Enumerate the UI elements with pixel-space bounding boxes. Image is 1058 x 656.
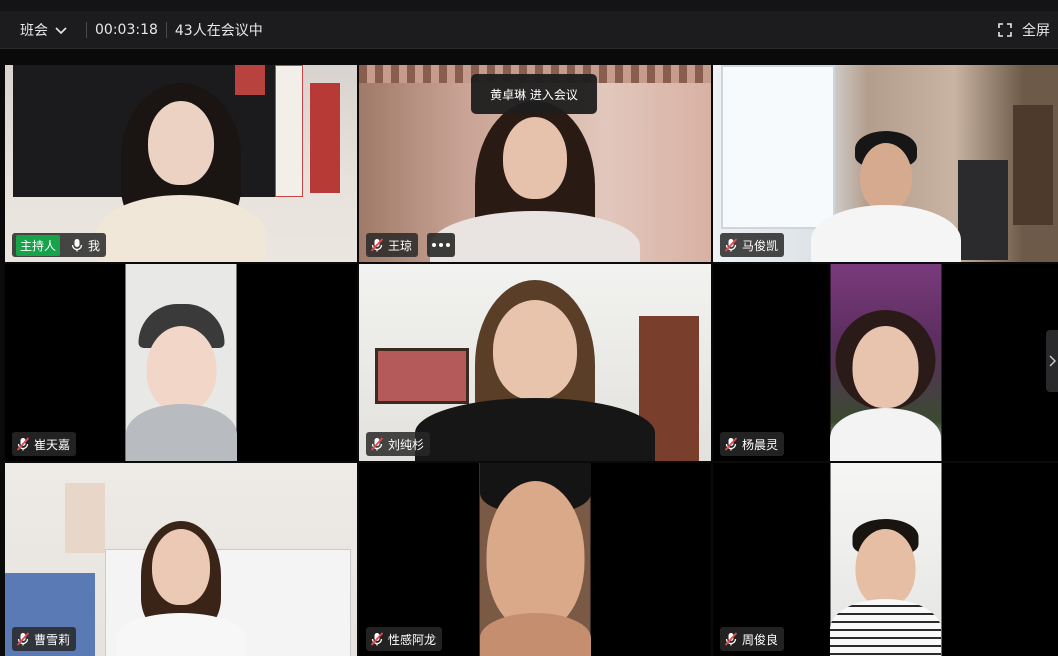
participant-nameplate: 周俊良: [720, 627, 785, 651]
video-tile[interactable]: 曹雪莉: [5, 463, 357, 656]
participant-nameplate: 崔天嘉: [12, 432, 77, 456]
mic-muted-icon: [724, 632, 738, 646]
video-tile-self[interactable]: 主持人 我: [5, 65, 357, 262]
video-tile[interactable]: 刘纯杉: [359, 264, 711, 461]
divider: [86, 22, 87, 38]
chevron-right-icon: [1049, 355, 1056, 367]
mic-muted-icon: [16, 632, 30, 646]
participant-nameplate: 性感阿龙: [366, 627, 443, 651]
participant-nameplate: 杨晨灵: [720, 432, 785, 456]
video-tile[interactable]: 杨晨灵: [713, 264, 1058, 461]
participant-name: 王琼: [388, 238, 413, 253]
participant-name: 性感阿龙: [388, 632, 437, 647]
mic-muted-icon: [16, 437, 30, 451]
meeting-toolbar: 班会 00:03:18 43人在会议中 全屏: [0, 0, 1058, 49]
video-tile[interactable]: 崔天嘉: [5, 264, 357, 461]
video-feed: [830, 264, 941, 461]
mic-muted-icon: [370, 238, 384, 252]
participant-name: 崔天嘉: [34, 437, 71, 452]
participant-name: 马俊凯: [742, 238, 779, 253]
participant-name: 刘纯杉: [388, 437, 425, 452]
mic-muted-icon: [724, 437, 738, 451]
participant-nameplate: 王琼: [366, 233, 419, 257]
fullscreen-button[interactable]: 全屏: [998, 20, 1050, 40]
video-grid: 主持人 我 王琼 马俊凯 崔天嘉 刘纯杉 杨晨灵 曹雪莉 性感阿龙 周俊良: [0, 49, 1058, 656]
mic-muted-icon: [370, 437, 384, 451]
participant-name: 杨晨灵: [742, 437, 779, 452]
mic-muted-icon: [724, 238, 738, 252]
divider: [165, 22, 167, 38]
video-tile[interactable]: 周俊良: [713, 463, 1058, 656]
participant-nameplate: 主持人 我: [12, 233, 107, 257]
participant-nameplate: 曹雪莉: [12, 627, 77, 651]
microphone-icon: [71, 239, 83, 252]
mic-muted-icon: [370, 632, 384, 646]
participant-name: 周俊良: [742, 632, 779, 647]
participant-nameplate: 刘纯杉: [366, 432, 431, 456]
participant-nameplate: 马俊凯: [720, 233, 785, 257]
more-options-button[interactable]: [427, 233, 455, 257]
join-notification-toast: 黄卓琳 进入会议: [471, 74, 597, 114]
video-tile[interactable]: 马俊凯: [713, 65, 1058, 262]
elapsed-time: 00:03:18: [95, 22, 158, 38]
participant-count: 43人在会议中: [174, 23, 263, 39]
fullscreen-icon: [998, 23, 1012, 37]
view-label: 班会: [20, 23, 48, 39]
video-feed: [479, 463, 591, 656]
video-tile[interactable]: 性感阿龙: [359, 463, 711, 656]
view-dropdown[interactable]: 班会: [20, 20, 68, 40]
host-badge: 主持人: [16, 234, 61, 256]
chevron-down-icon: [55, 27, 67, 35]
fullscreen-label: 全屏: [1022, 23, 1050, 39]
participant-name: 曹雪莉: [34, 632, 71, 647]
video-feed: [125, 264, 237, 461]
video-feed: [830, 463, 941, 656]
participant-name: 我: [88, 238, 101, 253]
next-page-button[interactable]: [1046, 330, 1058, 392]
